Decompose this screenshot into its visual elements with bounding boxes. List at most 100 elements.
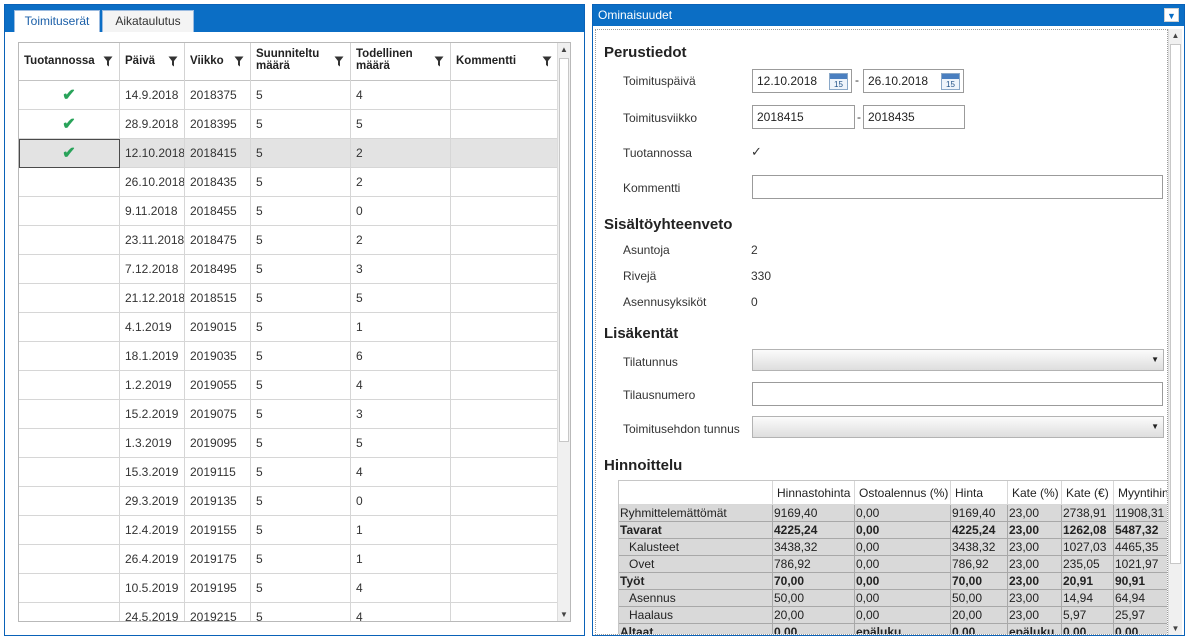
filter-icon[interactable] xyxy=(234,56,244,67)
table-cell-actual[interactable]: 4 xyxy=(351,603,451,621)
pricing-column-header[interactable]: Ostoalennus (%) xyxy=(855,481,951,505)
in-production-checkbox[interactable]: ✓ xyxy=(751,145,765,159)
filter-icon[interactable] xyxy=(103,56,113,67)
table-cell-comment[interactable] xyxy=(451,516,559,545)
table-cell-date[interactable]: 15.3.2019 xyxy=(120,458,185,487)
delivery-week-to-input[interactable]: 2018435 xyxy=(863,105,965,129)
table-cell-comment[interactable] xyxy=(451,226,559,255)
table-cell-actual[interactable]: 1 xyxy=(351,545,451,574)
table-cell-actual[interactable]: 6 xyxy=(351,342,451,371)
table-cell-week[interactable]: 2018375 xyxy=(185,81,251,110)
table-cell-comment[interactable] xyxy=(451,110,559,139)
in-production-cell[interactable] xyxy=(19,284,120,313)
space-code-dropdown[interactable]: ▼ xyxy=(752,349,1164,371)
table-cell-actual[interactable]: 2 xyxy=(351,226,451,255)
scroll-down-icon[interactable]: ▼ xyxy=(558,608,570,621)
table-cell-comment[interactable] xyxy=(451,371,559,400)
table-cell-date[interactable]: 1.2.2019 xyxy=(120,371,185,400)
table-cell-planned[interactable]: 5 xyxy=(251,429,351,458)
in-production-cell[interactable]: ✔ xyxy=(19,81,120,110)
table-row[interactable]: 15.2.2019 2019075 5 3 xyxy=(19,400,559,429)
table-cell-week[interactable]: 2018495 xyxy=(185,255,251,284)
in-production-cell[interactable] xyxy=(19,516,120,545)
table-cell-actual[interactable]: 5 xyxy=(351,429,451,458)
table-cell-comment[interactable] xyxy=(451,255,559,284)
in-production-cell[interactable] xyxy=(19,255,120,284)
table-cell-planned[interactable]: 5 xyxy=(251,458,351,487)
table-cell-date[interactable]: 21.12.2018 xyxy=(120,284,185,313)
table-cell-date[interactable]: 7.12.2018 xyxy=(120,255,185,284)
table-row[interactable]: 24.5.2019 2019215 5 4 xyxy=(19,603,559,621)
pricing-column-header[interactable] xyxy=(619,481,773,505)
pricing-row[interactable]: Tavarat 4225,24 0,00 4225,24 23,00 1262,08 548… xyxy=(619,522,1167,539)
table-cell-date[interactable]: 23.11.2018 xyxy=(120,226,185,255)
table-cell-actual[interactable]: 1 xyxy=(351,516,451,545)
table-row[interactable]: ✔ 28.9.2018 2018395 5 5 xyxy=(19,110,559,139)
table-cell-date[interactable]: 10.5.2019 xyxy=(120,574,185,603)
table-cell-comment[interactable] xyxy=(451,197,559,226)
pricing-row[interactable]: Asennus 50,00 0,00 50,00 23,00 14,94 64,94 xyxy=(619,590,1167,607)
table-cell-comment[interactable] xyxy=(451,400,559,429)
delivery-date-to-input[interactable]: 26.10.2018 15 xyxy=(863,69,964,93)
table-cell-week[interactable]: 2019155 xyxy=(185,516,251,545)
column-header[interactable]: Tuotannossa xyxy=(19,43,120,81)
table-cell-week[interactable]: 2018515 xyxy=(185,284,251,313)
table-cell-actual[interactable]: 0 xyxy=(351,487,451,516)
in-production-cell[interactable] xyxy=(19,371,120,400)
table-cell-comment[interactable] xyxy=(451,574,559,603)
table-cell-week[interactable]: 2019015 xyxy=(185,313,251,342)
delivery-week-from-input[interactable]: 2018415 xyxy=(752,105,855,129)
table-row[interactable]: ✔ 12.10.2018 2018415 5 2 xyxy=(19,139,559,168)
table-cell-week[interactable]: 2018415 xyxy=(185,139,251,168)
pricing-column-header[interactable]: Hinta xyxy=(951,481,1008,505)
pricing-row[interactable]: Ovet 786,92 0,00 786,92 23,00 235,05 1021,97 xyxy=(619,556,1167,573)
table-row[interactable]: 12.4.2019 2019155 5 1 xyxy=(19,516,559,545)
filter-icon[interactable] xyxy=(334,56,344,67)
in-production-cell[interactable] xyxy=(19,487,120,516)
in-production-cell[interactable] xyxy=(19,400,120,429)
table-cell-week[interactable]: 2019095 xyxy=(185,429,251,458)
table-cell-comment[interactable] xyxy=(451,81,559,110)
table-cell-planned[interactable]: 5 xyxy=(251,342,351,371)
properties-vertical-scrollbar[interactable]: ▲ ▼ xyxy=(1168,29,1182,635)
pricing-row[interactable]: Altaat 0,00 epäluku 0,00 epäluku 0,00 0,00 xyxy=(619,624,1167,634)
table-cell-planned[interactable]: 5 xyxy=(251,81,351,110)
pricing-row[interactable]: Haalaus 20,00 0,00 20,00 23,00 5,97 25,97 xyxy=(619,607,1167,624)
table-row[interactable]: 18.1.2019 2019035 5 6 xyxy=(19,342,559,371)
table-cell-actual[interactable]: 4 xyxy=(351,574,451,603)
table-row[interactable]: 26.10.2018 2018435 5 2 xyxy=(19,168,559,197)
pricing-column-header[interactable]: Kate (€) xyxy=(1062,481,1114,505)
in-production-cell[interactable] xyxy=(19,545,120,574)
pricing-column-header[interactable]: Hinnastohinta xyxy=(773,481,855,505)
table-cell-comment[interactable] xyxy=(451,168,559,197)
table-row[interactable]: 4.1.2019 2019015 5 1 xyxy=(19,313,559,342)
in-production-cell[interactable] xyxy=(19,342,120,371)
table-cell-actual[interactable]: 2 xyxy=(351,168,451,197)
table-row[interactable]: 1.2.2019 2019055 5 4 xyxy=(19,371,559,400)
calendar-icon[interactable]: 15 xyxy=(941,73,960,90)
table-cell-week[interactable]: 2019035 xyxy=(185,342,251,371)
in-production-cell[interactable] xyxy=(19,168,120,197)
pricing-row[interactable]: Kalusteet 3438,32 0,00 3438,32 23,00 1027,03 4… xyxy=(619,539,1167,556)
pricing-column-header[interactable]: Myyntihinta xyxy=(1114,481,1167,505)
tab-delivery-batches[interactable]: Toimituserät xyxy=(14,10,100,32)
table-cell-comment[interactable] xyxy=(451,603,559,621)
table-cell-week[interactable]: 2019075 xyxy=(185,400,251,429)
table-cell-planned[interactable]: 5 xyxy=(251,400,351,429)
table-cell-date[interactable]: 26.10.2018 xyxy=(120,168,185,197)
filter-icon[interactable] xyxy=(542,56,552,67)
table-cell-date[interactable]: 4.1.2019 xyxy=(120,313,185,342)
table-row[interactable]: 1.3.2019 2019095 5 5 xyxy=(19,429,559,458)
scrollbar-thumb[interactable] xyxy=(559,58,569,442)
scroll-up-icon[interactable]: ▲ xyxy=(1169,29,1182,42)
table-cell-week[interactable]: 2019195 xyxy=(185,574,251,603)
table-cell-comment[interactable] xyxy=(451,487,559,516)
table-cell-comment[interactable] xyxy=(451,458,559,487)
table-cell-week[interactable]: 2018395 xyxy=(185,110,251,139)
table-cell-week[interactable]: 2019115 xyxy=(185,458,251,487)
table-cell-planned[interactable]: 5 xyxy=(251,487,351,516)
table-cell-planned[interactable]: 5 xyxy=(251,603,351,621)
table-cell-actual[interactable]: 4 xyxy=(351,371,451,400)
table-cell-date[interactable]: 29.3.2019 xyxy=(120,487,185,516)
table-row[interactable]: ✔ 14.9.2018 2018375 5 4 xyxy=(19,81,559,110)
